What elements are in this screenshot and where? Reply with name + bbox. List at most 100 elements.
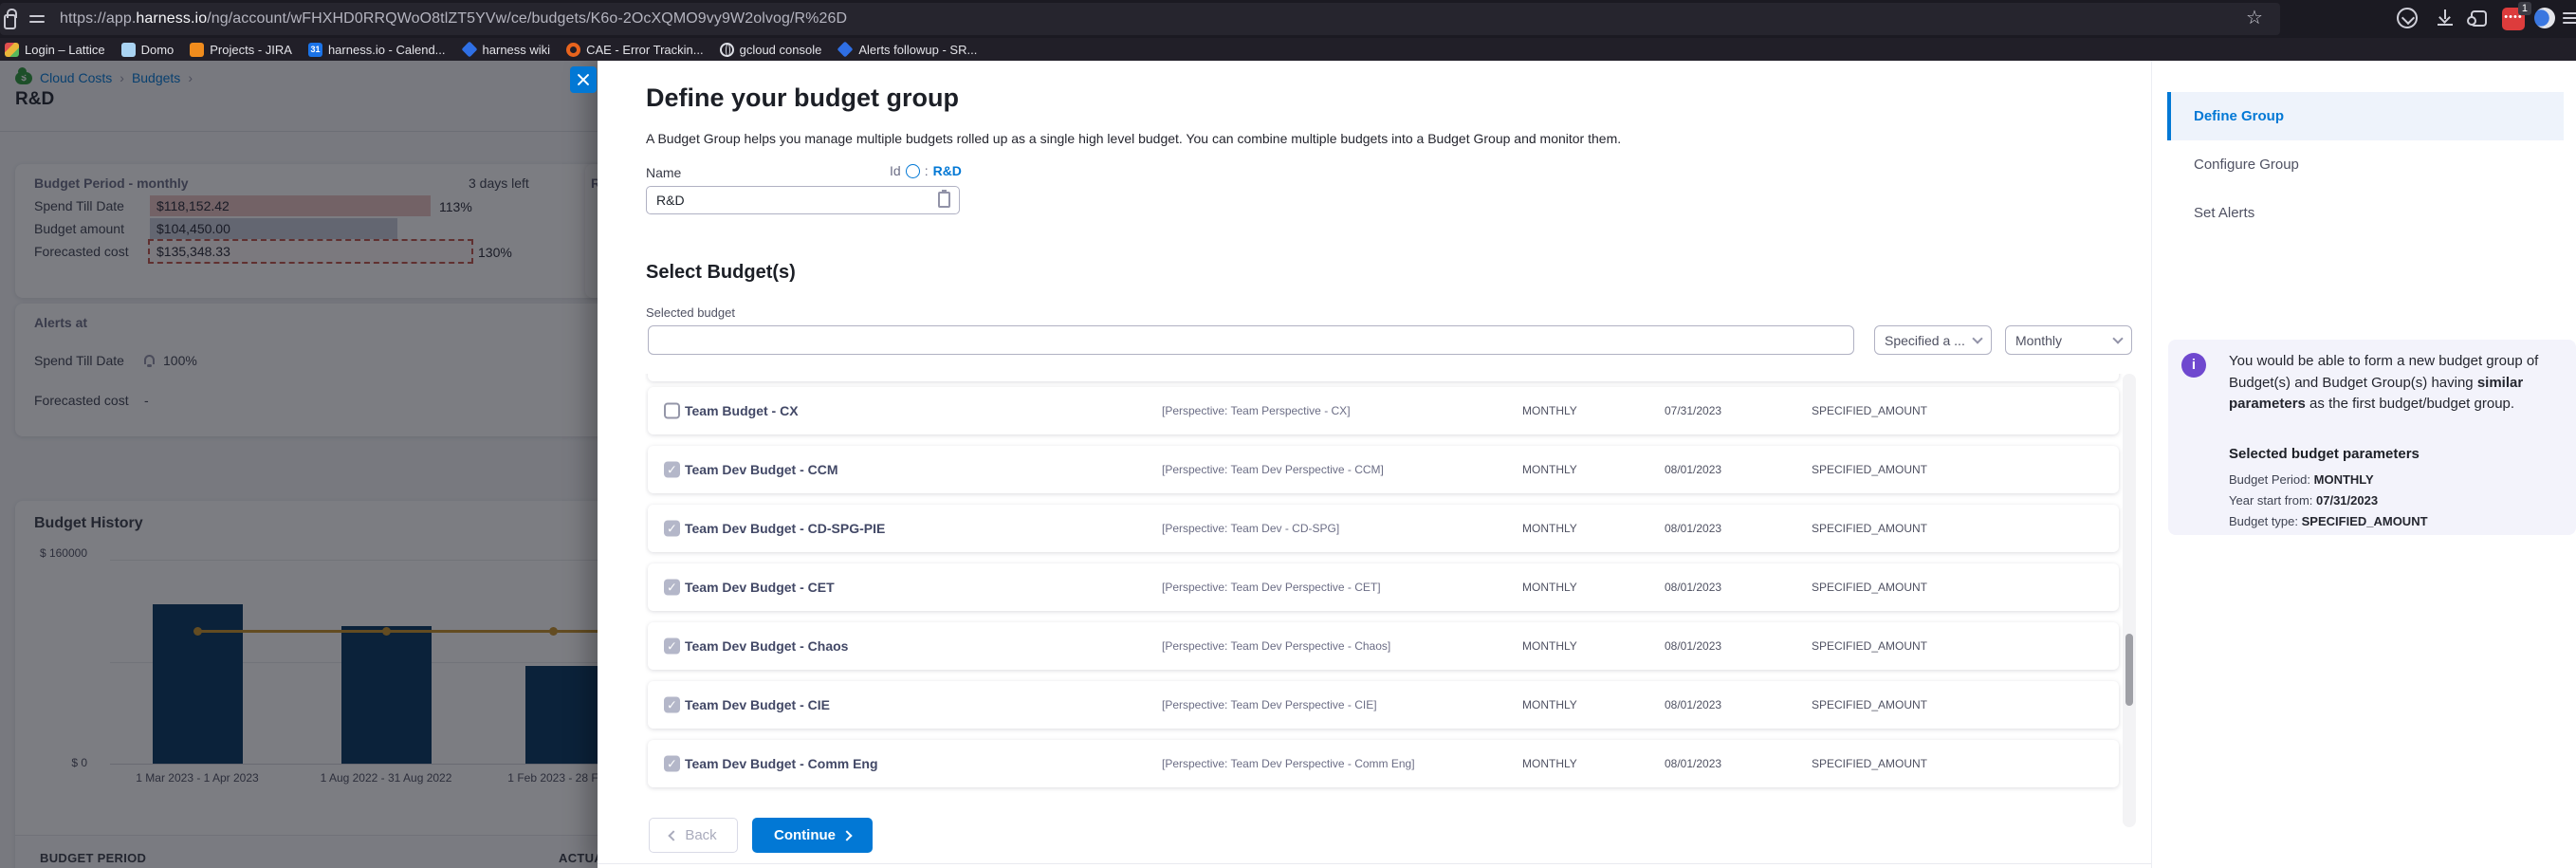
budget-perspective: [Perspective: Team Perspective - CX]	[1162, 404, 1351, 417]
budget-perspective: [Perspective: Team Dev Perspective - CET…	[1162, 581, 1381, 594]
budget-type-filter-dropdown[interactable]: Specified a ...	[1874, 325, 1992, 355]
bookmark-item[interactable]: Domo	[121, 43, 175, 57]
budget-type: SPECIFIED_AMOUNT	[1812, 698, 1927, 711]
chevron-left-icon	[669, 830, 679, 840]
budget-row[interactable]: Team Dev Budget - Comm Eng[Perspective: …	[648, 740, 2119, 787]
budget-period: MONTHLY	[1522, 463, 1577, 476]
budget-type: SPECIFIED_AMOUNT	[1812, 757, 1927, 770]
budget-period: MONTHLY	[1522, 404, 1577, 417]
step-label: Set Alerts	[2194, 205, 2254, 221]
pocket-icon[interactable]	[2397, 8, 2418, 28]
grad-favicon-icon	[5, 43, 19, 57]
chevron-down-icon	[2112, 333, 2123, 343]
budget-row[interactable]: Team Dev Budget - CET[Perspective: Team …	[648, 563, 2119, 611]
chevron-down-icon	[1972, 333, 1982, 343]
bookmark-label: Domo	[141, 43, 175, 57]
budget-period: MONTHLY	[1522, 698, 1577, 711]
scrollbar-track[interactable]	[2123, 374, 2136, 827]
budget-checkbox[interactable]	[664, 580, 680, 596]
budget-type: SPECIFIED_AMOUNT	[1812, 522, 1927, 535]
info-paragraph: You would be able to form a new budget g…	[2229, 351, 2563, 416]
step-label: Define Group	[2194, 108, 2284, 124]
extensions-puzzle-icon[interactable]	[2471, 10, 2487, 27]
info-icon[interactable]	[906, 164, 920, 178]
budget-group-modal: Define your budget group A Budget Group …	[598, 61, 2576, 868]
step-label: Configure Group	[2194, 157, 2299, 173]
bookmark-item[interactable]: gcloud console	[720, 43, 822, 57]
divider	[2151, 61, 2152, 868]
bookmark-item[interactable]: Alerts followup - SR...	[837, 43, 977, 57]
permissions-sliders-icon[interactable]	[29, 12, 45, 26]
budget-checkbox[interactable]	[664, 521, 680, 537]
gcal-favicon-icon: 31	[308, 43, 322, 57]
budget-start-date: 08/01/2023	[1665, 581, 1721, 594]
budget-period-filter-dropdown[interactable]: Monthly	[2005, 325, 2132, 355]
budget-perspective: [Perspective: Team Dev Perspective - CIE…	[1162, 698, 1377, 711]
budget-checkbox[interactable]	[664, 403, 680, 419]
bookmark-label: Alerts followup - SR...	[858, 43, 977, 57]
hamburger-menu-icon[interactable]	[2563, 9, 2576, 28]
lock-icon	[4, 14, 16, 29]
continue-button[interactable]: Continue	[752, 818, 873, 853]
budget-period: MONTHLY	[1522, 581, 1577, 594]
close-icon[interactable]	[570, 66, 597, 93]
budget-start-date: 08/01/2023	[1665, 698, 1721, 711]
filter-value: Monthly	[2015, 333, 2062, 348]
bookmark-star-icon[interactable]: ☆	[2246, 8, 2263, 28]
password-manager-icon[interactable]: •••• 1	[2502, 8, 2525, 30]
budget-perspective: [Perspective: Team Dev Perspective - Cha…	[1162, 639, 1390, 653]
modal-description: A Budget Group helps you manage multiple…	[646, 131, 1621, 146]
diamond-favicon-icon	[837, 42, 854, 58]
bookmark-item[interactable]: CAE - Error Trackin...	[566, 43, 704, 57]
selected-budget-input[interactable]	[648, 325, 1854, 355]
bookmark-label: gcloud console	[740, 43, 822, 57]
budget-checkbox[interactable]	[664, 638, 680, 655]
bookmark-item[interactable]: Projects - JIRA	[190, 43, 292, 57]
budget-type: SPECIFIED_AMOUNT	[1812, 463, 1927, 476]
budget-perspective: [Perspective: Team Dev Perspective - Com…	[1162, 757, 1415, 770]
budget-start-date: 07/31/2023	[1665, 404, 1721, 417]
param-budget-period: Budget Period: MONTHLY	[2229, 472, 2374, 487]
bookmark-item[interactable]: Login – Lattice	[5, 43, 105, 57]
bookmark-item[interactable]: 31 harness.io - Calend...	[308, 43, 446, 57]
param-year-start: Year start from: 07/31/2023	[2229, 493, 2378, 508]
id-value[interactable]: R&D	[933, 163, 962, 178]
name-input[interactable]	[646, 186, 960, 214]
bookmark-label: CAE - Error Trackin...	[586, 43, 704, 57]
budget-row[interactable]: Team Dev Budget - CIE [Perspective: Team …	[648, 681, 2119, 729]
budget-checkbox[interactable]	[664, 462, 680, 478]
info-panel: You would be able to form a new budget g…	[2168, 340, 2576, 535]
bookmark-label: harness wiki	[483, 43, 551, 57]
clipboard-icon[interactable]	[938, 192, 950, 208]
url-text[interactable]: https://app.harness.io/ng/account/wFHXHD…	[60, 10, 847, 28]
budget-name: Team Dev Budget - CIE	[685, 697, 830, 712]
account-icon[interactable]	[2534, 8, 2555, 28]
id-row: Id : R&D	[890, 163, 962, 178]
step-configure-group[interactable]: Configure Group	[2167, 140, 2564, 189]
step-set-alerts[interactable]: Set Alerts	[2167, 189, 2564, 237]
modal-dim-overlay	[0, 61, 601, 868]
budget-row[interactable]: Team Dev Budget - Chaos[Perspective: Tea…	[648, 622, 2119, 670]
id-label: Id	[890, 163, 901, 178]
budget-row[interactable]: Team Dev Budget - CCM[Perspective: Team …	[648, 446, 2119, 493]
url-bar[interactable]: https://app.harness.io/ng/account/wFHXHD…	[0, 3, 2280, 35]
budget-row[interactable]: Team Budget - CX[Perspective: Team Persp…	[648, 387, 2119, 434]
extension-badge: 1	[2518, 2, 2531, 15]
globe-favicon-icon	[720, 43, 734, 57]
budget-checkbox[interactable]	[664, 697, 680, 713]
budget-row[interactable]: Team Dev Budget - CD-SPG-PIE[Perspective…	[648, 505, 2119, 552]
bookmark-label: Projects - JIRA	[210, 43, 292, 57]
budget-type: SPECIFIED_AMOUNT	[1812, 639, 1927, 653]
info-bubble-icon	[2181, 353, 2206, 378]
budget-checkbox[interactable]	[664, 756, 680, 772]
download-icon[interactable]	[2435, 8, 2457, 30]
bookmark-label: harness.io - Calend...	[328, 43, 446, 57]
back-button[interactable]: Back	[649, 818, 738, 853]
bookmark-item[interactable]: harness wiki	[462, 43, 551, 57]
filter-value: Specified a ...	[1885, 333, 1965, 348]
name-label: Name	[646, 165, 681, 180]
step-define-group[interactable]: Define Group	[2167, 92, 2564, 140]
scrollbar-thumb[interactable]	[2125, 634, 2133, 706]
chevron-right-icon	[841, 830, 852, 840]
bookmark-label: Login – Lattice	[25, 43, 105, 57]
